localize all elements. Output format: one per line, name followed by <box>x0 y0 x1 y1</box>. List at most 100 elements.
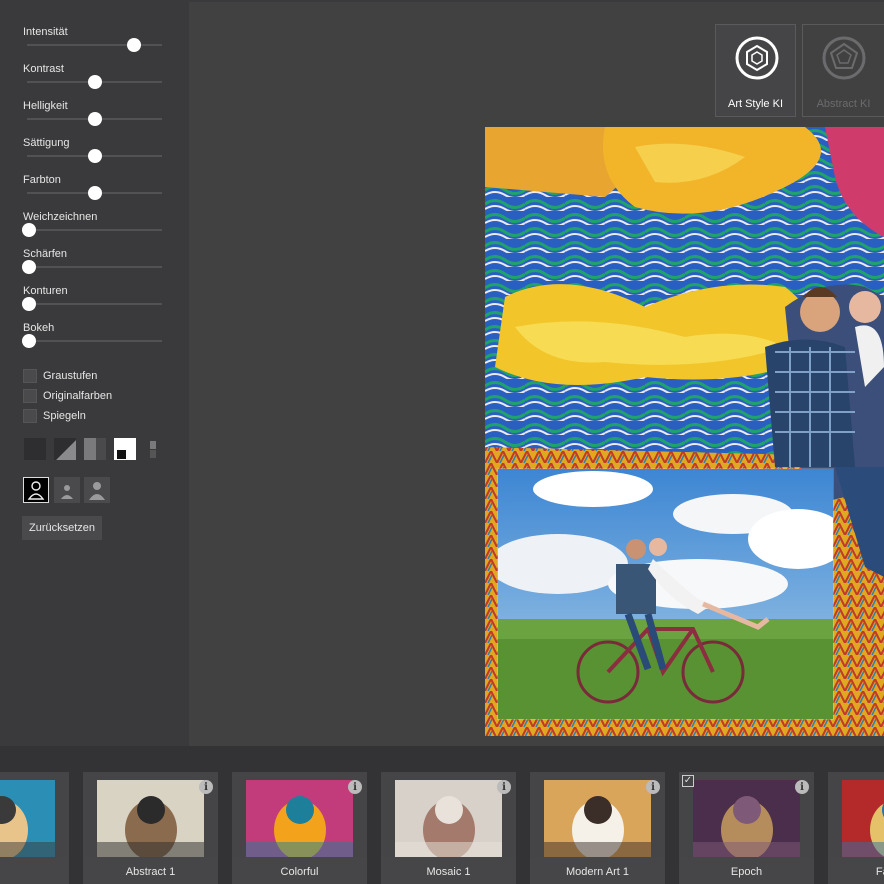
style-thumbnail-image <box>246 780 353 857</box>
checkbox-label: Originalfarben <box>43 390 113 402</box>
style-card[interactable]: Mosaic 1 i <box>381 772 516 884</box>
ai-mode-label: Art Style KI <box>727 98 784 110</box>
style-card[interactable] <box>0 772 69 884</box>
view-mode-full-button[interactable] <box>23 437 47 461</box>
slider-label: Kontrast <box>23 63 64 75</box>
checkbox-label: Graustufen <box>43 370 98 382</box>
vertical-split-icon <box>84 438 106 460</box>
style-label: Abstract 1 <box>83 857 218 884</box>
checkbox-label: Spiegeln <box>43 410 86 422</box>
style-thumbnail <box>246 780 353 857</box>
face-mode-small-button[interactable] <box>54 477 80 503</box>
view-mode-small-split-button[interactable] <box>143 437 167 461</box>
style-label <box>0 857 69 884</box>
style-thumbnail-image <box>0 780 55 857</box>
info-icon[interactable]: i <box>199 780 213 794</box>
small-split-icon <box>144 438 166 460</box>
style-label: Colorful <box>232 857 367 884</box>
ai-mode-label: Abstract KI <box>816 98 871 110</box>
adjustments-panel: Intensität Kontrast Helligkeit Sättigung Far… <box>0 0 189 746</box>
slider-row: Sättigung <box>0 137 189 174</box>
checkbox[interactable] <box>23 389 37 403</box>
slider-label: Bokeh <box>23 322 55 334</box>
slider-thumb[interactable] <box>87 75 102 89</box>
app-window: Intensität Kontrast Helligkeit Sättigung Far… <box>0 0 884 884</box>
slider-track[interactable] <box>27 266 162 268</box>
slider-row: Weichzeichnen <box>0 211 189 248</box>
original-inset-icon <box>114 438 136 460</box>
slider-label: Schärfen <box>23 248 68 260</box>
ai-mode-art-style[interactable]: Art Style KI <box>715 24 796 117</box>
slider-track[interactable] <box>27 340 162 342</box>
face-large-icon <box>89 482 105 500</box>
slider-label: Konturen <box>23 285 68 297</box>
slider-label: Helligkeit <box>23 100 68 112</box>
style-label: Modern Art 1 <box>530 857 665 884</box>
slider-thumb[interactable] <box>22 223 36 237</box>
checkbox-row[interactable]: Spiegeln <box>23 408 86 424</box>
view-mode-vertical-split-button[interactable] <box>83 437 107 461</box>
slider-row: Bokeh <box>0 322 189 359</box>
slider-thumb[interactable] <box>22 297 36 311</box>
style-label: Mosaic 1 <box>381 857 516 884</box>
style-thumbnail-image <box>693 780 800 857</box>
style-thumbnail-image <box>97 780 204 857</box>
style-label: Fantasy <box>828 857 884 884</box>
style-thumbnail-image <box>842 780 884 857</box>
slider-thumb[interactable] <box>87 112 102 126</box>
slider-track[interactable] <box>27 303 162 305</box>
checkbox-row[interactable]: Graustufen <box>23 368 97 384</box>
slider-row: Schärfen <box>0 248 189 285</box>
slider-thumb[interactable] <box>87 149 102 163</box>
face-mode-outline-button[interactable] <box>23 477 49 503</box>
slider-thumb[interactable] <box>87 186 102 200</box>
face-mode-large-button[interactable] <box>84 477 110 503</box>
style-label: Epoch <box>679 857 814 884</box>
slider-thumb[interactable] <box>22 260 36 274</box>
style-card[interactable]: Fantasy <box>828 772 884 884</box>
slider-track[interactable] <box>27 229 162 231</box>
face-small-icon <box>61 485 73 499</box>
checkbox[interactable] <box>23 369 37 383</box>
style-card[interactable]: Epoch i ✓ <box>679 772 814 884</box>
style-thumbnail-image <box>544 780 651 857</box>
slider-row: Farbton <box>0 174 189 211</box>
style-thumbnail-image <box>395 780 502 857</box>
view-mode-diagonal-button[interactable] <box>53 437 77 461</box>
full-dark-icon <box>24 438 46 460</box>
hexagon-ring-icon <box>735 36 779 80</box>
slider-row: Kontrast <box>0 63 189 100</box>
pentagon-ring-icon <box>822 36 866 80</box>
slider-row: Intensität <box>0 26 189 63</box>
info-icon[interactable]: i <box>646 780 660 794</box>
checkmark-icon: ✓ <box>682 775 694 787</box>
style-card[interactable]: Modern Art 1 i <box>530 772 665 884</box>
slider-track[interactable] <box>27 44 162 46</box>
checkbox-row[interactable]: Originalfarben <box>23 388 112 404</box>
style-thumbnail <box>693 780 800 857</box>
reset-button[interactable]: Zurücksetzen <box>22 516 102 540</box>
slider-label: Weichzeichnen <box>23 211 98 223</box>
ai-mode-abstract[interactable]: Abstract KI <box>802 24 884 117</box>
original-photo-inset <box>497 468 834 720</box>
slider-label: Farbton <box>23 174 61 186</box>
style-thumbnail <box>97 780 204 857</box>
slider-label: Intensität <box>23 26 68 38</box>
style-thumbnail <box>544 780 651 857</box>
slider-thumb[interactable] <box>126 38 141 52</box>
view-mode-inset-button[interactable] <box>113 437 137 461</box>
slider-row: Helligkeit <box>0 100 189 137</box>
info-icon[interactable]: i <box>795 780 809 794</box>
slider-row: Konturen <box>0 285 189 322</box>
original-photo-image <box>498 469 833 719</box>
info-icon[interactable]: i <box>348 780 362 794</box>
slider-label: Sättigung <box>23 137 70 149</box>
checkbox[interactable] <box>23 409 37 423</box>
face-outline-icon <box>27 481 45 500</box>
style-card[interactable]: Abstract 1 i <box>83 772 218 884</box>
diagonal-split-icon <box>54 438 76 460</box>
slider-thumb[interactable] <box>22 334 36 348</box>
style-card[interactable]: Colorful i <box>232 772 367 884</box>
info-icon[interactable]: i <box>497 780 511 794</box>
style-thumbnail <box>0 780 55 857</box>
